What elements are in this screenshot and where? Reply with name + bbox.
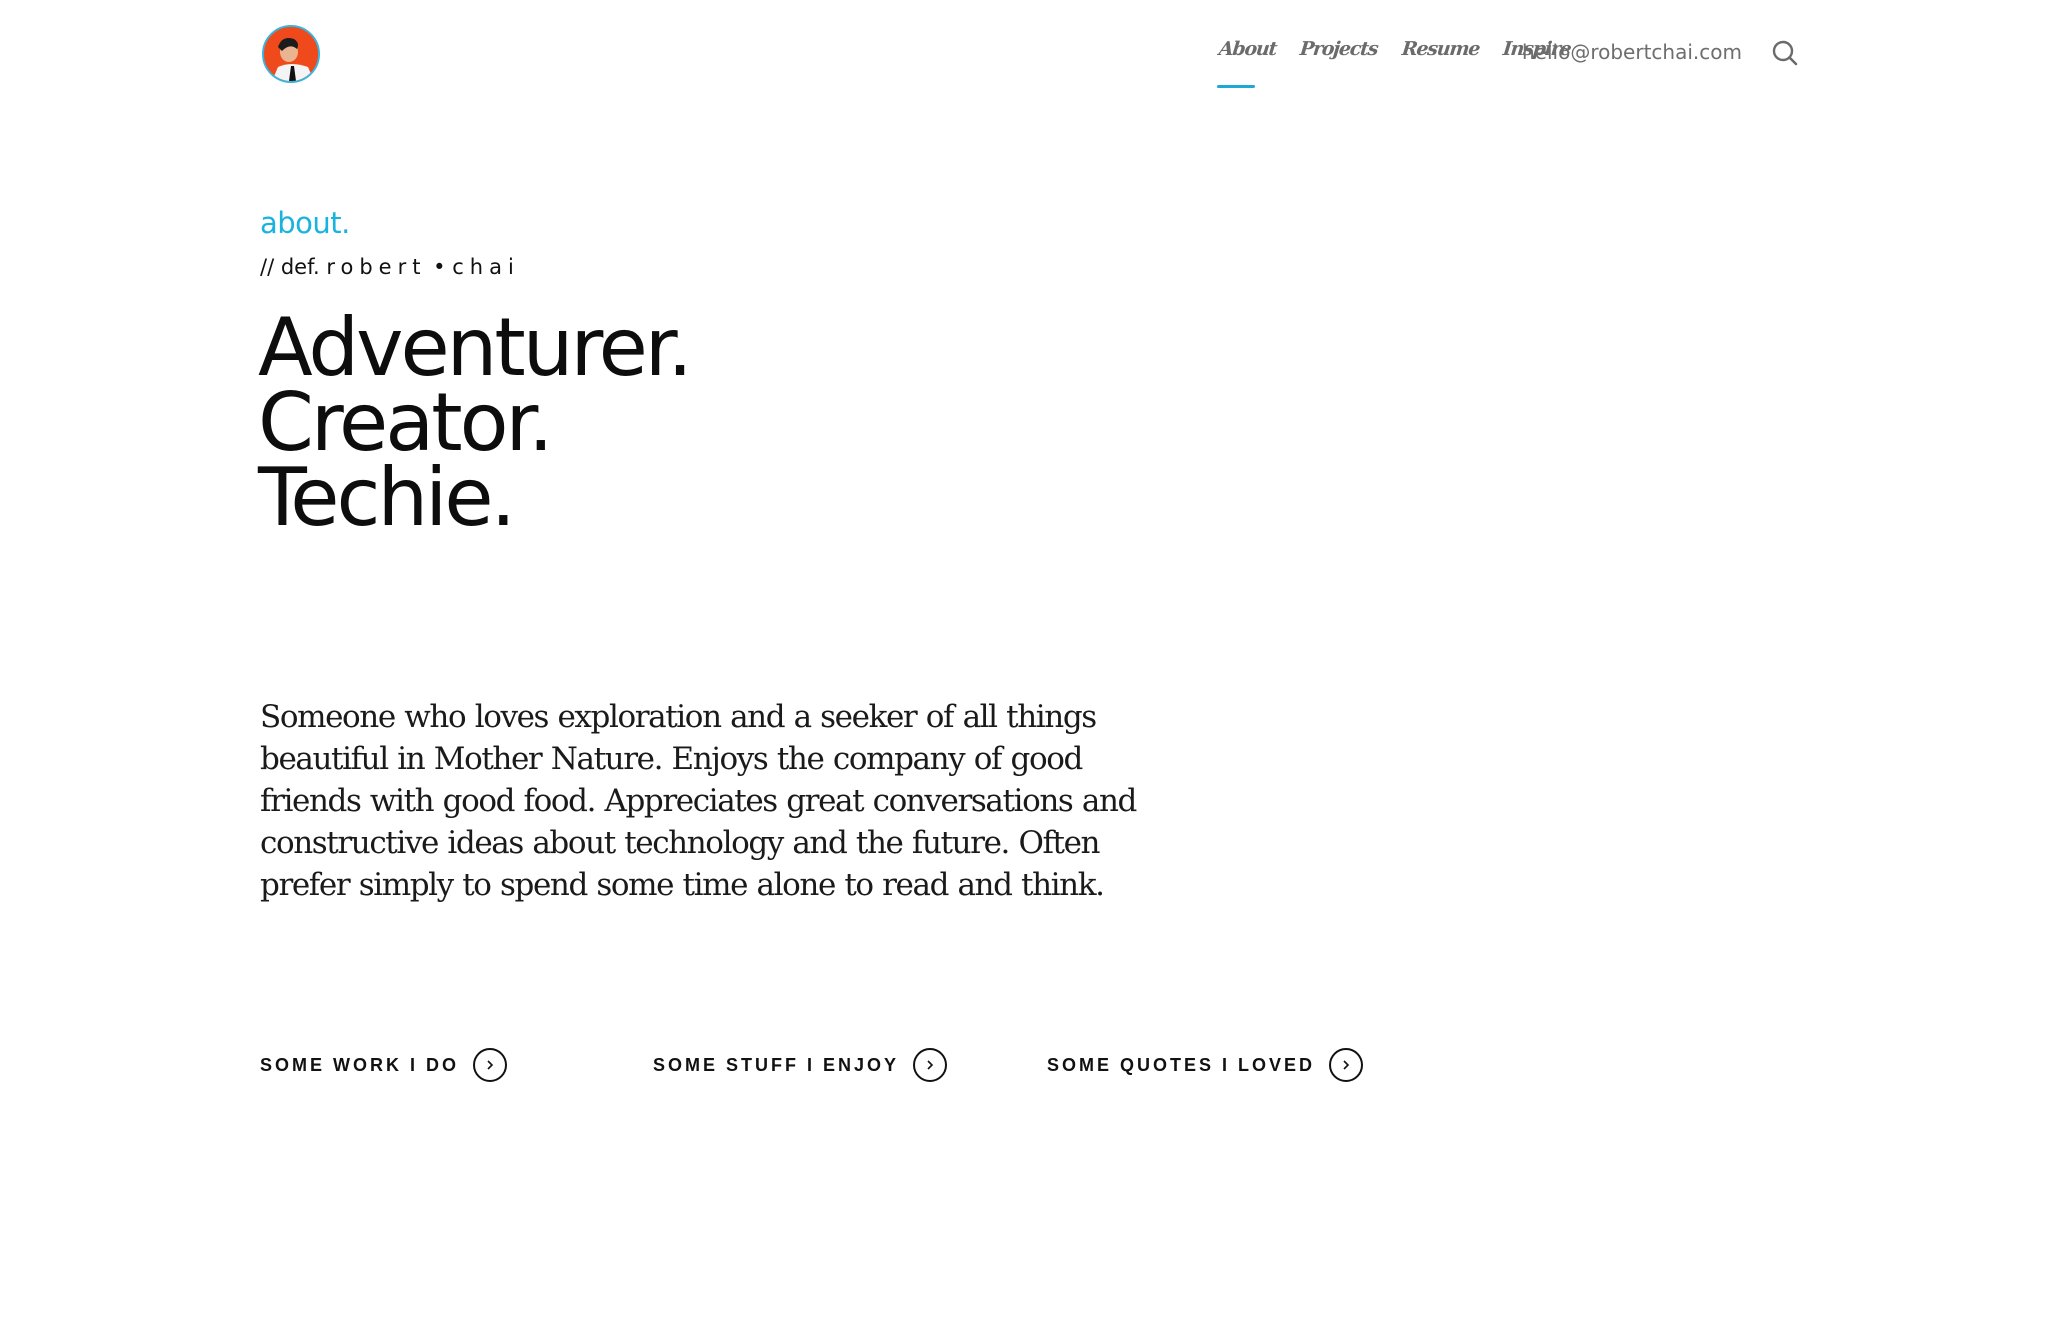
- def-first-name: robert: [326, 255, 427, 279]
- def-last-name: chai: [452, 255, 520, 279]
- bio-paragraph: Someone who loves exploration and a seek…: [260, 699, 1137, 903]
- headline: Adventurer. Creator. Techie.: [258, 301, 693, 544]
- avatar[interactable]: [262, 25, 320, 83]
- headline-line-2: Creator.: [258, 376, 554, 469]
- section-links: SOME WORK I DO SOME STUFF I ENJOY SOME Q…: [260, 1048, 1460, 1088]
- def-prefix: // def.: [260, 255, 320, 279]
- link-some-stuff[interactable]: SOME STUFF I ENJOY: [653, 1048, 948, 1082]
- nav-item-about[interactable]: About: [1216, 38, 1278, 78]
- site-header: About Projects Resume Inspire hello@robe…: [0, 0, 2048, 108]
- nav-item-resume[interactable]: Resume: [1399, 38, 1480, 78]
- section-label: about.: [260, 206, 350, 240]
- link-some-quotes[interactable]: SOME QUOTES I LOVED: [1047, 1048, 1364, 1082]
- definition-line: // def. robert • chai: [260, 255, 520, 279]
- email-link[interactable]: hello@robertchai.com: [1522, 40, 1742, 64]
- search-icon: [1772, 40, 1798, 66]
- def-separator: •: [433, 255, 446, 279]
- link-some-work[interactable]: SOME WORK I DO: [260, 1048, 507, 1082]
- link-label: SOME STUFF I ENJOY: [653, 1054, 900, 1075]
- chevron-right-icon: [1329, 1048, 1364, 1082]
- search-button[interactable]: [1770, 38, 1800, 68]
- link-label: SOME QUOTES I LOVED: [1047, 1054, 1316, 1075]
- nav-item-projects[interactable]: Projects: [1297, 38, 1379, 78]
- avatar-photo-icon: [264, 27, 318, 81]
- link-label: SOME WORK I DO: [260, 1054, 459, 1075]
- headline-line-3: Techie.: [258, 451, 516, 544]
- headline-line-1: Adventurer.: [258, 301, 693, 394]
- chevron-right-icon: [913, 1048, 948, 1082]
- chevron-right-icon: [473, 1048, 507, 1082]
